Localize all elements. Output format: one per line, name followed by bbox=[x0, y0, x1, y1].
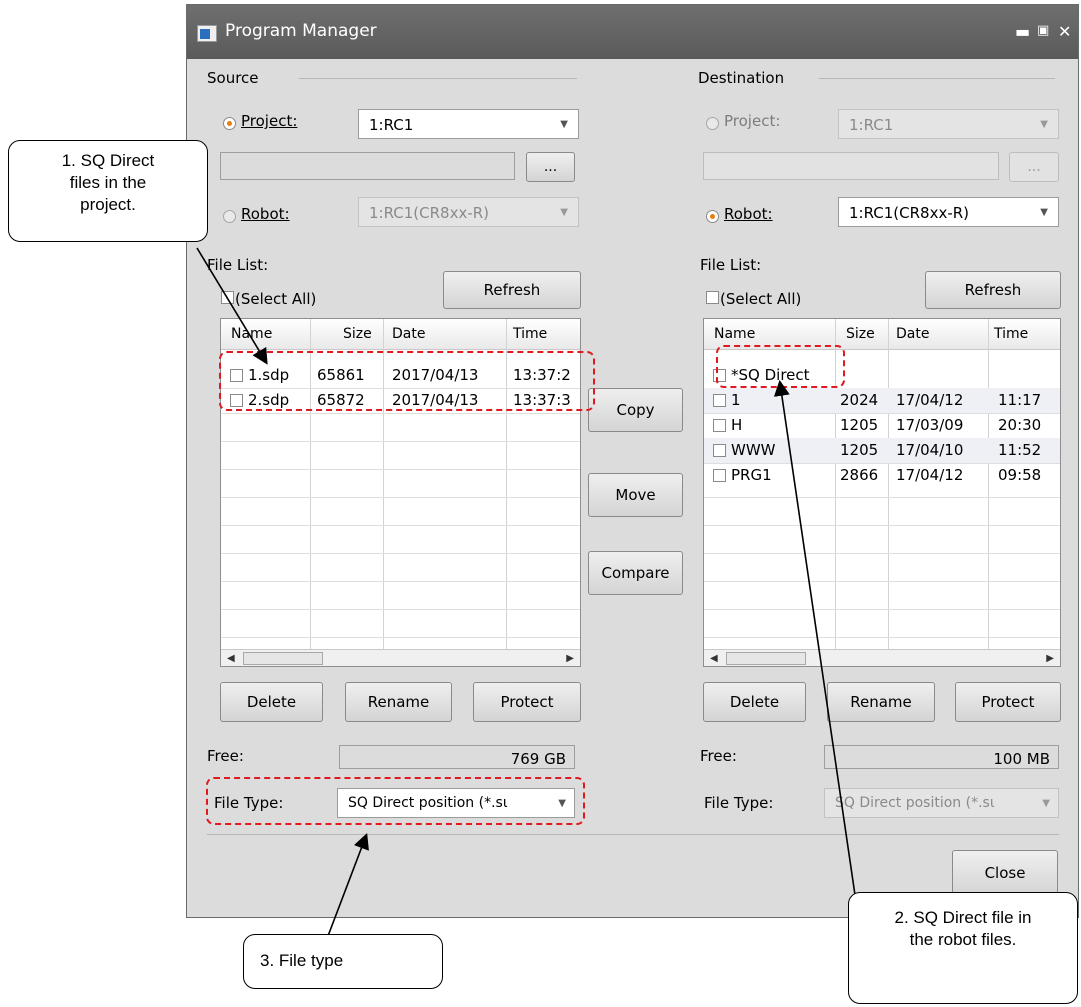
arrow-2 bbox=[773, 379, 856, 896]
callout-2-line: the robot files. bbox=[909, 930, 1017, 949]
callout-2: 2. SQ Direct file in the robot files. bbox=[848, 892, 1078, 1004]
callout-3-line: 3. File type bbox=[260, 951, 344, 970]
callout-1: 1. SQ Direct files in the project. bbox=[8, 140, 208, 242]
callout-1-line: files in the bbox=[69, 173, 147, 192]
callout-3: 3. File type bbox=[243, 934, 443, 989]
arrow-3 bbox=[327, 833, 369, 937]
callout-2-line: 2. SQ Direct file in bbox=[894, 908, 1032, 927]
callout-1-line: project. bbox=[80, 195, 136, 214]
callout-1-line: 1. SQ Direct bbox=[61, 151, 155, 170]
arrow-1 bbox=[196, 247, 268, 365]
